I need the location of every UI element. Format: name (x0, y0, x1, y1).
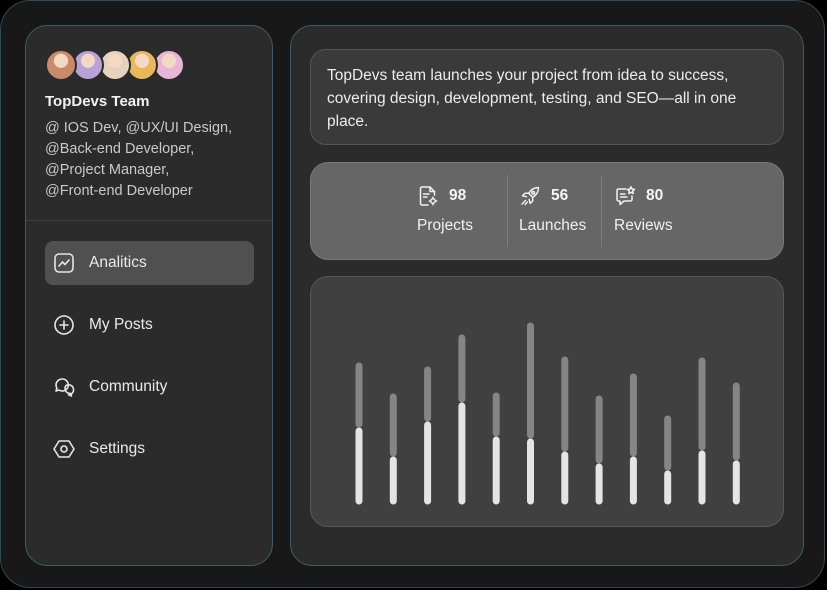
sidebar: TopDevs Team @ IOS Dev, @UX/UI Design, @… (25, 25, 273, 566)
stat-label: Reviews (614, 217, 673, 234)
role-line: @ IOS Dev, @UX/UI Design, (45, 120, 233, 136)
nav-item-my-posts[interactable]: My Posts (45, 303, 254, 347)
nav-item-settings[interactable]: Settings (45, 427, 254, 471)
analytics-chart (310, 276, 784, 527)
stat-divider (601, 175, 602, 247)
chart-icon (53, 252, 75, 274)
app-window: TopDevs Team @ IOS Dev, @UX/UI Design, @… (0, 0, 825, 588)
stat-value: 56 (551, 187, 569, 204)
description-card: TopDevs team launches your project from … (310, 49, 784, 145)
nav-label: My Posts (89, 316, 153, 333)
nav-label: Analitics (89, 254, 147, 271)
role-line: @Front-end Developer (45, 183, 193, 199)
stat-divider (507, 175, 508, 247)
divider (26, 220, 272, 221)
role-line: @Back-end Developer, (45, 141, 195, 157)
stat-value: 80 (646, 187, 664, 204)
role-line: @Project Manager, (45, 162, 170, 178)
hexagon-settings-icon (53, 438, 75, 460)
document-gear-icon (417, 185, 439, 207)
stat-label: Launches (519, 217, 587, 234)
nav-label: Community (89, 378, 168, 395)
nav-label: Settings (89, 440, 146, 457)
main-panel: TopDevs team launches your project from … (290, 25, 804, 566)
nav-item-community[interactable]: Community (45, 365, 254, 409)
stat-value: 98 (449, 187, 467, 204)
message-star-icon (614, 185, 636, 207)
plus-circle-icon (53, 314, 75, 336)
team-name: TopDevs Team (45, 93, 150, 110)
rocket-icon (519, 185, 541, 207)
avatar-1 (45, 49, 77, 81)
chat-bubbles-icon (53, 376, 75, 398)
stat-label: Projects (417, 217, 473, 234)
stats-card: 98 Projects 56 Launches 80 Reviews (310, 162, 784, 260)
nav-item-analitics[interactable]: Analitics (45, 241, 254, 285)
team-roles: @ IOS Dev, @UX/UI Design, @Back-end Deve… (45, 118, 265, 202)
chart-svg (355, 322, 740, 505)
